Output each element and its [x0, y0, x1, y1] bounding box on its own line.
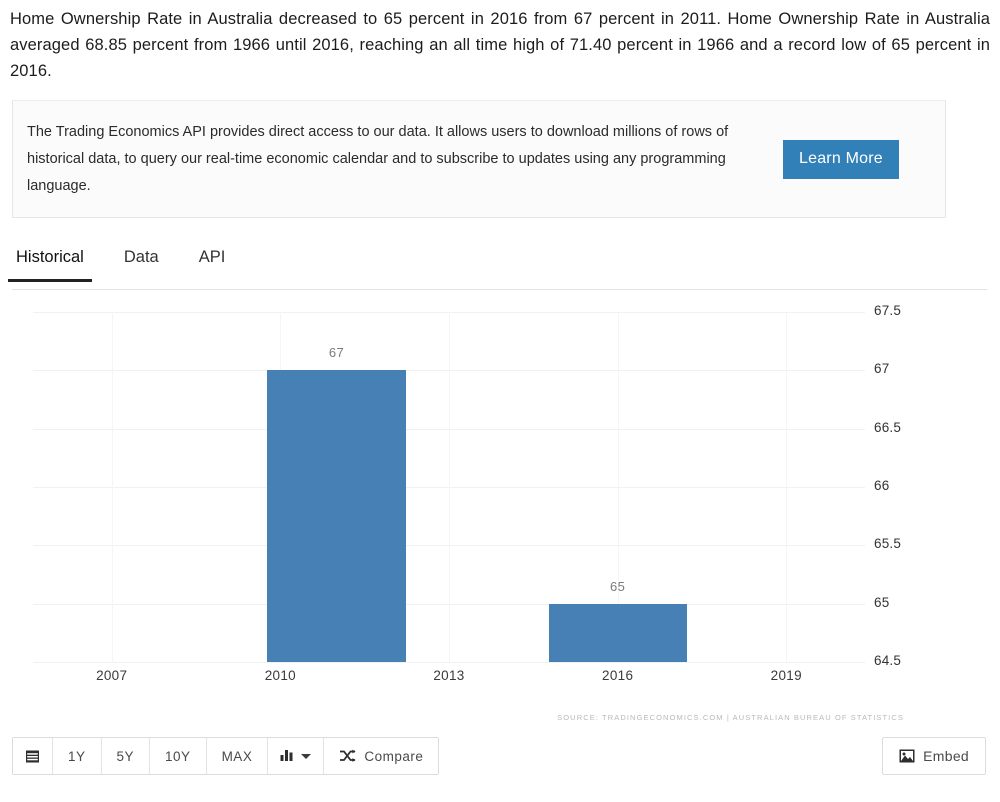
y-axis-tick-label: 66.5: [874, 419, 902, 435]
range-10y-button[interactable]: 10Y: [150, 738, 207, 774]
embed-label: Embed: [923, 748, 969, 764]
y-axis-tick-label: 66: [874, 478, 890, 493]
chart-type-dropdown[interactable]: [268, 738, 325, 774]
api-promo-text: The Trading Economics API provides direc…: [27, 123, 729, 194]
y-axis-tick-label: 65: [874, 594, 890, 610]
x-axis-tick-label: 2007: [96, 668, 128, 683]
bar-chart-icon: [280, 748, 295, 765]
compare-label: Compare: [364, 748, 424, 764]
calendar-range-button[interactable]: [13, 738, 53, 774]
y-axis-tick-label: 64.5: [874, 653, 902, 668]
chart-gridline-vertical: [786, 312, 788, 662]
learn-more-button[interactable]: Learn More: [783, 139, 899, 179]
page-root: Home Ownership Rate in Australia decreas…: [0, 0, 1000, 802]
calendar-icon: [25, 749, 40, 764]
tab-data[interactable]: Data: [120, 246, 163, 281]
y-axis-tick-label: 67.5: [874, 303, 902, 318]
x-axis-tick-label: 2019: [770, 668, 802, 683]
chart-bar[interactable]: [267, 370, 406, 662]
shuffle-icon: [339, 749, 356, 763]
chart-bar-value-label: 67: [328, 345, 345, 361]
chart-bar[interactable]: [548, 603, 687, 662]
chart-container: SOURCE: TRADINGECONOMICS.COM | AUSTRALIA…: [0, 300, 1000, 730]
y-axis-tick-label: 65.5: [874, 536, 902, 552]
embed-button[interactable]: Embed: [882, 737, 986, 775]
chart-bar-value-label: 65: [610, 578, 626, 594]
x-axis-tick-label: 2010: [264, 668, 296, 683]
tab-historical[interactable]: Historical: [8, 246, 92, 282]
x-axis-tick-label: 2013: [433, 668, 465, 683]
range-5y-button[interactable]: 5Y: [101, 738, 151, 774]
summary-paragraph: Home Ownership Rate in Australia decreas…: [10, 10, 990, 80]
chart-gridline-vertical: [111, 312, 113, 662]
tab-bar: Historical Data API: [8, 246, 987, 290]
chart-gridline-vertical: [449, 312, 450, 662]
compare-button[interactable]: Compare: [324, 738, 439, 774]
chart-plot-area[interactable]: [33, 312, 865, 663]
chevron-down-icon: [301, 753, 312, 759]
range-1y-button[interactable]: 1Y: [53, 738, 102, 774]
image-icon: [899, 749, 915, 763]
tab-api[interactable]: API: [195, 246, 230, 281]
api-promo-banner: The Trading Economics API provides direc…: [12, 100, 946, 218]
chart-source-attribution: SOURCE: TRADINGECONOMICS.COM | AUSTRALIA…: [557, 713, 904, 722]
x-axis-tick-label: 2016: [602, 668, 634, 683]
y-axis-tick-label: 67: [874, 361, 890, 377]
chart-toolbar: 1Y 5Y 10Y MAX Compare: [12, 737, 440, 775]
range-max-button[interactable]: MAX: [206, 738, 269, 774]
chart-gridline-horizontal: [33, 662, 865, 663]
